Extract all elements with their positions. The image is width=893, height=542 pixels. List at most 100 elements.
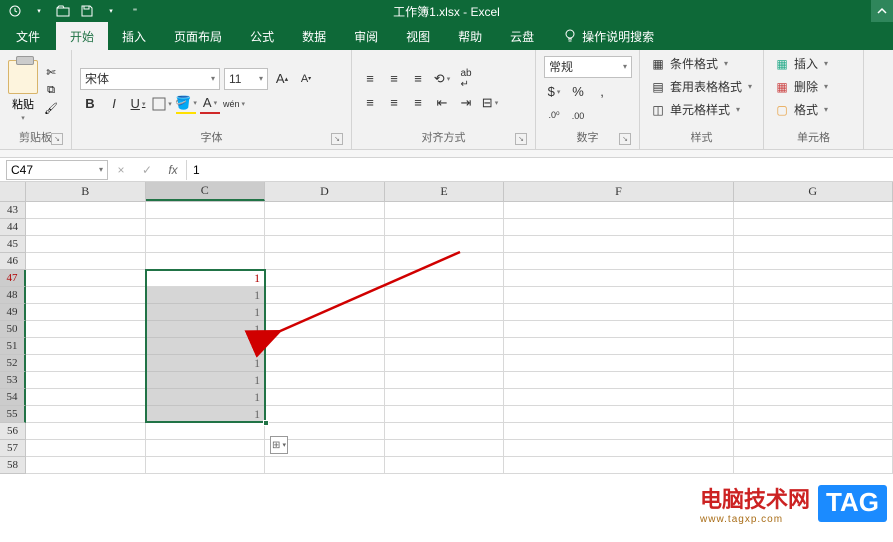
row-header[interactable]: 58 bbox=[0, 457, 26, 474]
col-header-D[interactable]: D bbox=[265, 182, 385, 201]
tab-data[interactable]: 数据 bbox=[288, 22, 340, 50]
cell[interactable] bbox=[146, 457, 266, 474]
paste-icon[interactable] bbox=[8, 60, 38, 94]
cell[interactable] bbox=[265, 321, 385, 338]
cell-C50[interactable]: 1 bbox=[146, 321, 266, 338]
conditional-format-button[interactable]: ▦ 条件格式▾ bbox=[648, 54, 755, 73]
paste-button[interactable]: 粘贴 bbox=[12, 96, 34, 112]
cell[interactable] bbox=[504, 372, 733, 389]
ribbon-collapse-button[interactable] bbox=[871, 0, 893, 22]
cell[interactable] bbox=[734, 219, 893, 236]
cell[interactable] bbox=[504, 304, 733, 321]
row-header[interactable]: 51 bbox=[0, 338, 26, 355]
save-icon[interactable] bbox=[80, 4, 94, 18]
cell[interactable] bbox=[734, 253, 893, 270]
cell[interactable] bbox=[734, 457, 893, 474]
cell[interactable] bbox=[265, 253, 385, 270]
name-box[interactable]: C47▾ bbox=[6, 160, 108, 180]
border-button[interactable] bbox=[152, 94, 172, 114]
cell[interactable] bbox=[504, 321, 733, 338]
copy-icon[interactable]: ⧉ bbox=[42, 83, 60, 99]
percent-button[interactable]: % bbox=[568, 82, 588, 102]
font-size-combo[interactable]: 11▾ bbox=[224, 68, 268, 90]
wrap-text-icon[interactable]: ab↵ bbox=[456, 69, 476, 89]
open-icon[interactable] bbox=[56, 4, 70, 18]
clipboard-dialog-launcher[interactable]: ↘ bbox=[51, 133, 63, 145]
cell[interactable] bbox=[385, 287, 505, 304]
cell[interactable] bbox=[265, 287, 385, 304]
cell[interactable] bbox=[146, 440, 266, 457]
cell[interactable] bbox=[734, 338, 893, 355]
cell[interactable] bbox=[265, 236, 385, 253]
col-header-G[interactable]: G bbox=[734, 182, 893, 201]
cell[interactable] bbox=[734, 372, 893, 389]
orientation-icon[interactable]: ⟲ bbox=[432, 69, 452, 89]
tab-file[interactable]: 文件 bbox=[0, 22, 56, 50]
cell[interactable] bbox=[504, 270, 733, 287]
col-header-B[interactable]: B bbox=[26, 182, 146, 201]
row-header[interactable]: 44 bbox=[0, 219, 26, 236]
cell[interactable] bbox=[734, 202, 893, 219]
customize-qat-icon[interactable]: ⁼ bbox=[128, 4, 142, 18]
row-header[interactable]: 45 bbox=[0, 236, 26, 253]
comma-style-button[interactable]: , bbox=[592, 82, 612, 102]
tab-cloud[interactable]: 云盘 bbox=[496, 22, 548, 50]
align-top-icon[interactable]: ≡ bbox=[360, 69, 380, 89]
cell[interactable] bbox=[504, 253, 733, 270]
decrease-indent-icon[interactable]: ⇤ bbox=[432, 93, 452, 113]
cell[interactable] bbox=[26, 287, 146, 304]
cell[interactable] bbox=[385, 236, 505, 253]
history-icon[interactable] bbox=[8, 4, 22, 18]
row-header[interactable]: 46 bbox=[0, 253, 26, 270]
col-header-C[interactable]: C bbox=[146, 182, 266, 201]
row-header[interactable]: 55 bbox=[0, 406, 26, 423]
cell[interactable] bbox=[734, 440, 893, 457]
cell[interactable] bbox=[385, 457, 505, 474]
bold-button[interactable]: B bbox=[80, 94, 100, 114]
increase-indent-icon[interactable]: ⇥ bbox=[456, 93, 476, 113]
cell[interactable] bbox=[385, 406, 505, 423]
cell[interactable] bbox=[504, 236, 733, 253]
merge-center-button[interactable]: ⊟ bbox=[480, 93, 500, 113]
font-dialog-launcher[interactable]: ↘ bbox=[331, 133, 343, 145]
cell[interactable] bbox=[734, 304, 893, 321]
chevron-down-icon[interactable]: ▾ bbox=[104, 4, 118, 18]
cell[interactable] bbox=[385, 338, 505, 355]
cell[interactable] bbox=[734, 389, 893, 406]
row-header[interactable]: 50 bbox=[0, 321, 26, 338]
cell[interactable] bbox=[504, 202, 733, 219]
cell[interactable] bbox=[385, 253, 505, 270]
decrease-font-icon[interactable]: A▾ bbox=[296, 69, 316, 89]
cell[interactable] bbox=[265, 338, 385, 355]
cell[interactable] bbox=[504, 423, 733, 440]
format-painter-icon[interactable]: 🖌 bbox=[42, 101, 60, 117]
cell[interactable] bbox=[26, 270, 146, 287]
cell[interactable] bbox=[26, 219, 146, 236]
row-header[interactable]: 43 bbox=[0, 202, 26, 219]
cell[interactable] bbox=[385, 270, 505, 287]
cell-C51[interactable]: 1 bbox=[146, 338, 266, 355]
row-header[interactable]: 57 bbox=[0, 440, 26, 457]
tell-me-search[interactable]: 操作说明搜索 bbox=[548, 22, 668, 50]
col-header-F[interactable]: F bbox=[504, 182, 733, 201]
cell[interactable] bbox=[26, 304, 146, 321]
font-name-combo[interactable]: 宋体▾ bbox=[80, 68, 220, 90]
align-left-icon[interactable]: ≡ bbox=[360, 93, 380, 113]
decrease-decimal-icon[interactable]: .00 bbox=[568, 106, 588, 126]
increase-font-icon[interactable]: A▴ bbox=[272, 69, 292, 89]
fill-handle[interactable] bbox=[263, 420, 269, 426]
underline-button[interactable]: U bbox=[128, 94, 148, 114]
cell[interactable] bbox=[26, 321, 146, 338]
cell[interactable] bbox=[265, 457, 385, 474]
row-header[interactable]: 53 bbox=[0, 372, 26, 389]
tab-home[interactable]: 开始 bbox=[56, 22, 108, 50]
cell[interactable] bbox=[385, 219, 505, 236]
chevron-down-icon[interactable]: ▾ bbox=[32, 4, 46, 18]
cell[interactable] bbox=[385, 440, 505, 457]
alignment-dialog-launcher[interactable]: ↘ bbox=[515, 133, 527, 145]
cell[interactable] bbox=[26, 457, 146, 474]
italic-button[interactable]: I bbox=[104, 94, 124, 114]
tab-formulas[interactable]: 公式 bbox=[236, 22, 288, 50]
align-center-icon[interactable]: ≡ bbox=[384, 93, 404, 113]
tab-review[interactable]: 审阅 bbox=[340, 22, 392, 50]
